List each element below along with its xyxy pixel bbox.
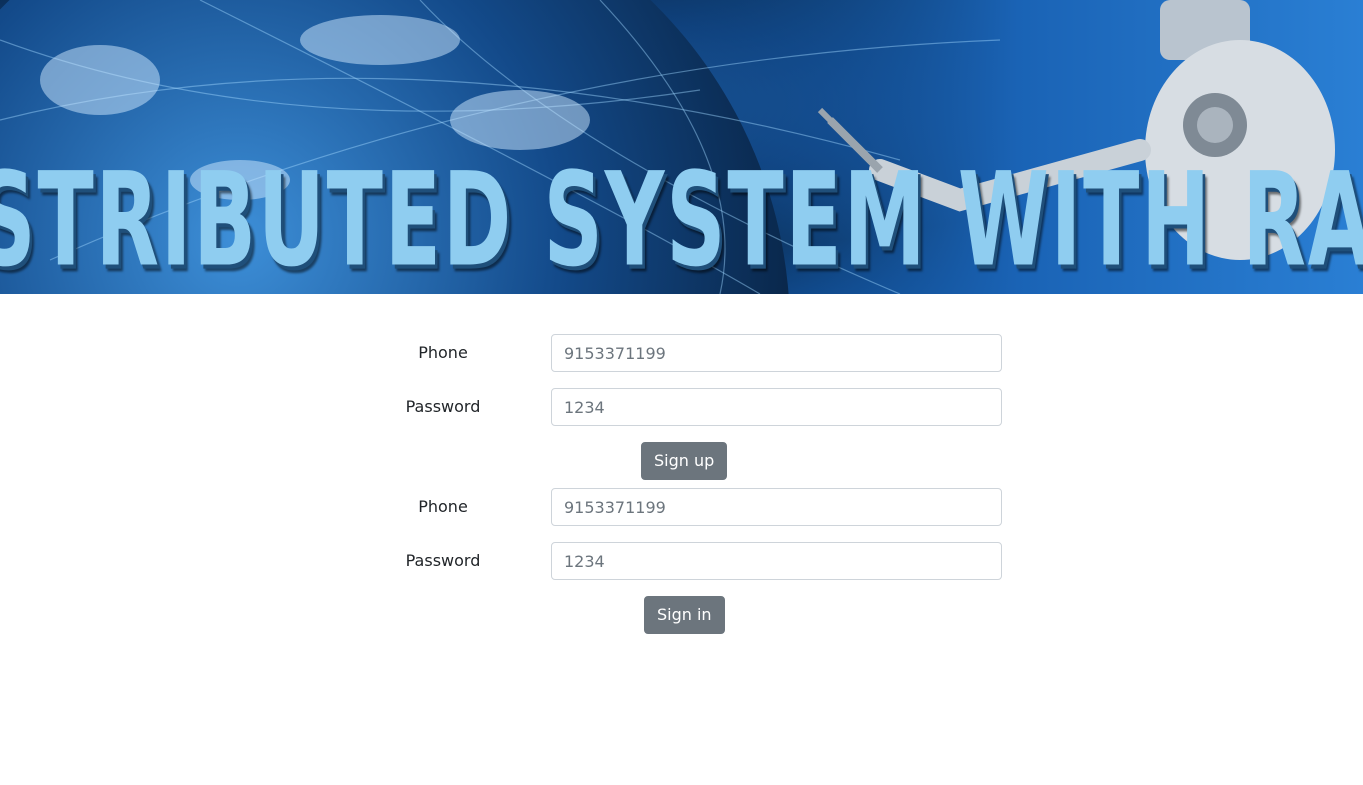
- signin-phone-row: Phone: [0, 488, 1363, 526]
- signup-phone-row: Phone: [0, 334, 1363, 372]
- signup-phone-input[interactable]: [551, 334, 1002, 372]
- signin-phone-label: Phone: [418, 497, 468, 516]
- signup-password-row: Password: [0, 388, 1363, 426]
- signin-phone-input[interactable]: [551, 488, 1002, 526]
- signup-password-input[interactable]: [551, 388, 1002, 426]
- banner-title: Distributed System With Raft: [0, 144, 1363, 294]
- header-banner: Distributed System With Raft: [0, 0, 1363, 294]
- signin-password-input[interactable]: [551, 542, 1002, 580]
- sign-up-button[interactable]: Sign up: [641, 442, 728, 480]
- signup-password-label: Password: [405, 397, 481, 416]
- sign-in-button[interactable]: Sign in: [644, 596, 725, 634]
- signin-password-label: Password: [405, 551, 481, 570]
- signup-phone-label: Phone: [418, 343, 468, 362]
- signin-password-row: Password: [0, 542, 1363, 580]
